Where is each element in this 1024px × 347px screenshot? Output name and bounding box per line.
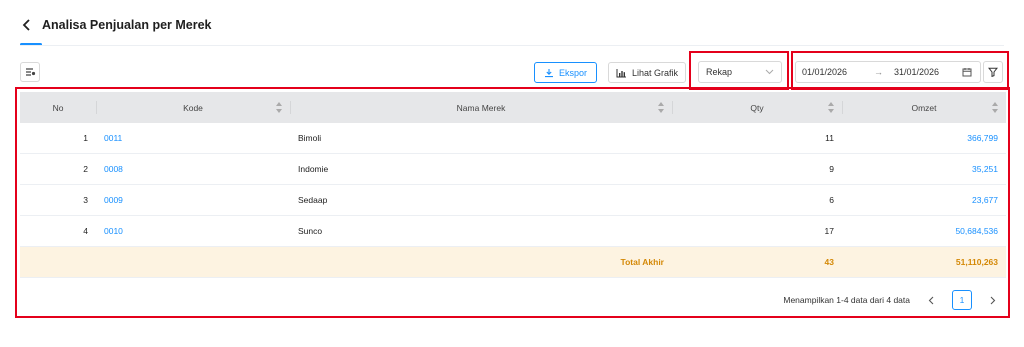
total-qty: 43 <box>824 257 834 267</box>
prev-page-icon[interactable] <box>922 291 940 309</box>
view-chart-button[interactable]: Lihat Grafik <box>608 62 686 83</box>
cell-nama-merek: Indomie <box>298 164 329 174</box>
table-header-row: No Kode Nama Merek Qty Omzet <box>20 92 1006 123</box>
chevron-down-icon <box>765 69 774 75</box>
settings-icon <box>25 68 35 76</box>
back-arrow-icon[interactable] <box>20 18 34 32</box>
column-header-no: No <box>52 102 64 113</box>
pagination: Menampilkan 1-4 data dari 4 data 1 <box>783 290 1002 310</box>
cell-no: 4 <box>83 226 88 236</box>
sort-icon[interactable] <box>992 102 998 113</box>
export-button[interactable]: Ekspor <box>534 62 597 83</box>
cell-qty: 17 <box>824 226 834 236</box>
calendar-icon <box>962 68 972 77</box>
column-settings-button[interactable] <box>20 62 40 82</box>
cell-omzet-link[interactable]: 23,677 <box>842 185 1006 215</box>
date-from-input[interactable]: 01/01/2026 <box>802 67 874 77</box>
cell-kode-link[interactable]: 0009 <box>96 185 290 215</box>
date-range-picker[interactable]: 01/01/2026 → 31/01/2026 <box>795 61 981 83</box>
total-label: Total Akhir <box>620 257 664 267</box>
cell-nama-merek: Sedaap <box>298 195 328 205</box>
column-header-kode[interactable]: Kode <box>96 92 290 123</box>
sort-icon[interactable] <box>828 102 834 113</box>
date-range-arrow: → <box>874 67 883 77</box>
cell-omzet-link[interactable]: 35,251 <box>842 154 1006 184</box>
cell-omzet-link[interactable]: 50,684,536 <box>842 216 1006 246</box>
page-number-button[interactable]: 1 <box>952 290 972 310</box>
filter-icon <box>988 67 998 77</box>
column-header-qty[interactable]: Qty <box>672 92 842 123</box>
table-row: 2 0008 Indomie 9 35,251 <box>20 154 1006 185</box>
column-header-nama-merek[interactable]: Nama Merek <box>290 92 672 123</box>
cell-no: 3 <box>83 195 88 205</box>
bar-chart-icon <box>616 68 626 77</box>
page-title: Analisa Penjualan per Merek <box>42 18 212 32</box>
cell-omzet-link[interactable]: 366,799 <box>842 123 1006 153</box>
download-icon <box>544 68 553 77</box>
filter-button[interactable] <box>983 61 1003 83</box>
table-row: 3 0009 Sedaap 6 23,677 <box>20 185 1006 216</box>
header-divider <box>20 45 1004 46</box>
cell-qty: 6 <box>829 195 834 205</box>
cell-kode-link[interactable]: 0008 <box>96 154 290 184</box>
next-page-icon[interactable] <box>984 291 1002 309</box>
sort-icon[interactable] <box>658 102 664 113</box>
pagination-summary: Menampilkan 1-4 data dari 4 data <box>783 295 910 305</box>
view-mode-select[interactable]: Rekap <box>698 61 782 83</box>
sales-by-brand-table: No Kode Nama Merek Qty Omzet 1 0011 Bimo… <box>20 92 1006 278</box>
table-total-row: Total Akhir 43 51,110,263 <box>20 247 1006 278</box>
page-header: Analisa Penjualan per Merek <box>20 18 212 32</box>
cell-no: 2 <box>83 164 88 174</box>
view-mode-value: Rekap <box>706 67 733 77</box>
cell-qty: 11 <box>825 133 834 143</box>
sort-icon[interactable] <box>276 102 282 113</box>
cell-kode-link[interactable]: 0010 <box>96 216 290 246</box>
date-to-input[interactable]: 31/01/2026 <box>894 67 962 77</box>
cell-no: 1 <box>83 133 88 143</box>
cell-nama-merek: Sunco <box>298 226 323 236</box>
total-omzet: 51,110,263 <box>955 257 998 267</box>
cell-qty: 9 <box>829 164 834 174</box>
view-chart-label: Lihat Grafik <box>631 67 679 78</box>
export-label: Ekspor <box>558 67 587 78</box>
cell-nama-merek: Bimoli <box>298 133 322 143</box>
cell-kode-link[interactable]: 0011 <box>96 123 290 153</box>
table-row: 1 0011 Bimoli 11 366,799 <box>20 123 1006 154</box>
table-row: 4 0010 Sunco 17 50,684,536 <box>20 216 1006 247</box>
column-header-omzet[interactable]: Omzet <box>842 92 1006 123</box>
